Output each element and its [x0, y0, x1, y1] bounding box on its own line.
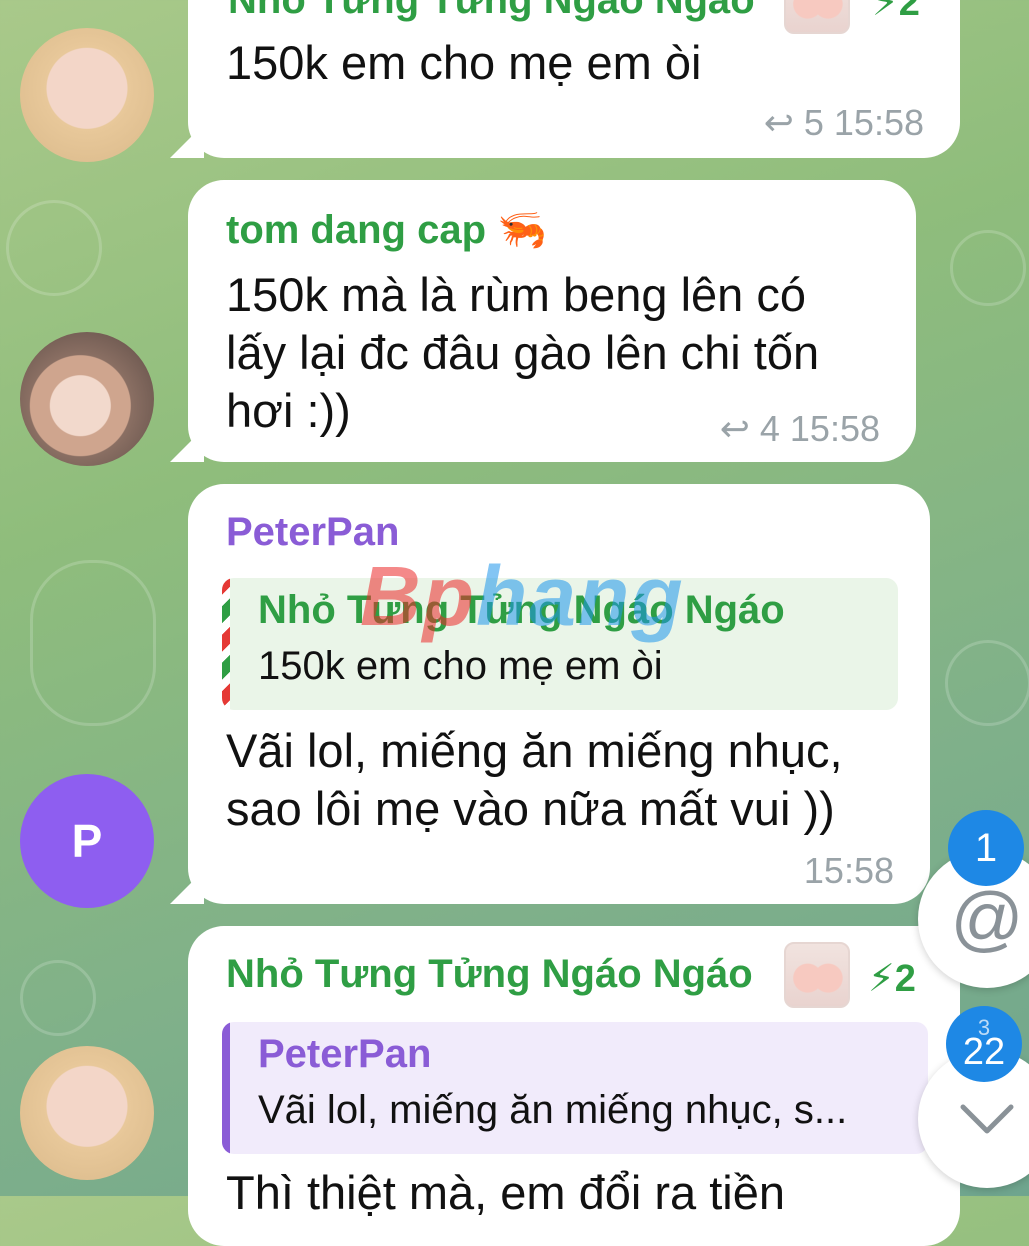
boost-indicator: ⚡2: [872, 0, 920, 25]
avatar-letter: P: [71, 815, 103, 867]
boost-indicator: ⚡2: [868, 958, 916, 1000]
background-doodle: [20, 960, 96, 1036]
sender-sticker-icon: [784, 0, 850, 34]
avatar-tom-dang-cap[interactable]: [20, 332, 154, 466]
background-doodle: [945, 640, 1029, 726]
background-doodle: [950, 230, 1026, 306]
mentions-badge: 1: [948, 810, 1024, 886]
quote-sender: PeterPan: [258, 1032, 432, 1076]
sender-name[interactable]: Nhỏ Tưng Tửng Ngáo Ngáo: [226, 952, 753, 997]
unread-badge: 3 22: [946, 1006, 1022, 1082]
reply-count[interactable]: 4: [760, 408, 780, 450]
message-text: lấy lại đc đâu gào lên chi tốn: [226, 326, 820, 379]
boost-count: 2: [898, 0, 920, 24]
message-text: sao lôi mẹ vào nữa mất vui )): [226, 782, 835, 835]
reply-count[interactable]: 5: [804, 102, 824, 144]
reply-quote[interactable]: PeterPan Vãi lol, miếng ăn miếng nhục, s…: [222, 1022, 928, 1154]
message-text: Vãi lol, miếng ăn miếng nhục,: [226, 724, 843, 777]
message-text: hơi :)): [226, 384, 351, 437]
message-bubble[interactable]: tom dang cap 🦐 150k mà là rùm beng lên c…: [188, 180, 916, 462]
message-meta: ↩ 5 15:58: [764, 102, 924, 144]
sender-name[interactable]: tom dang cap 🦐: [226, 206, 547, 253]
message-bubble[interactable]: Nhỏ Tưng Tửng Ngáo Ngáo ⚡2 150k em cho m…: [188, 0, 960, 158]
sender-sticker-icon: [784, 942, 850, 1008]
message-text: 150k mà là rùm beng lên có: [226, 268, 806, 321]
reply-arrow-icon: ↩: [763, 102, 794, 143]
message-bubble[interactable]: Nhỏ Tưng Tửng Ngáo Ngáo ⚡2 PeterPan Vãi …: [188, 926, 960, 1246]
avatar-nho-tung[interactable]: [20, 28, 154, 162]
at-icon: @: [950, 879, 1024, 959]
background-doodle: [6, 200, 102, 296]
avatar-peterpan[interactable]: P: [20, 774, 154, 908]
message-meta: ↩ 4 15:58: [720, 408, 880, 450]
shrimp-emoji-icon: 🦐: [497, 208, 547, 252]
message-time: 15:58: [803, 850, 894, 891]
quote-text: Vãi lol, miếng ăn miếng nhục, s...: [258, 1088, 848, 1132]
message-time: 15:58: [833, 102, 924, 143]
message-bubble[interactable]: PeterPan Nhỏ Tưng Tửng Ngáo Ngáo 150k em…: [188, 484, 930, 904]
message-text: 150k em cho mẹ em òi: [226, 36, 702, 89]
message-time: 15:58: [789, 408, 880, 449]
watermark-logo: Bphang: [360, 549, 685, 643]
quote-bar: [222, 578, 230, 710]
unread-badge-top: 3: [977, 1015, 991, 1040]
boost-count: 2: [894, 958, 916, 1000]
reply-arrow-icon: ↩: [719, 408, 750, 449]
chevron-down-icon: [960, 1104, 1014, 1134]
message-meta: 15:58: [804, 850, 894, 892]
quote-text: 150k em cho mẹ em òi: [258, 644, 663, 688]
avatar-nho-tung[interactable]: [20, 1046, 154, 1180]
sender-name[interactable]: Nhỏ Tưng Tửng Ngáo Ngáo: [228, 0, 755, 23]
quote-bar: [222, 1022, 230, 1154]
background-doodle: [30, 560, 156, 726]
message-text: Thì thiệt mà, em đổi ra tiền: [226, 1166, 786, 1219]
